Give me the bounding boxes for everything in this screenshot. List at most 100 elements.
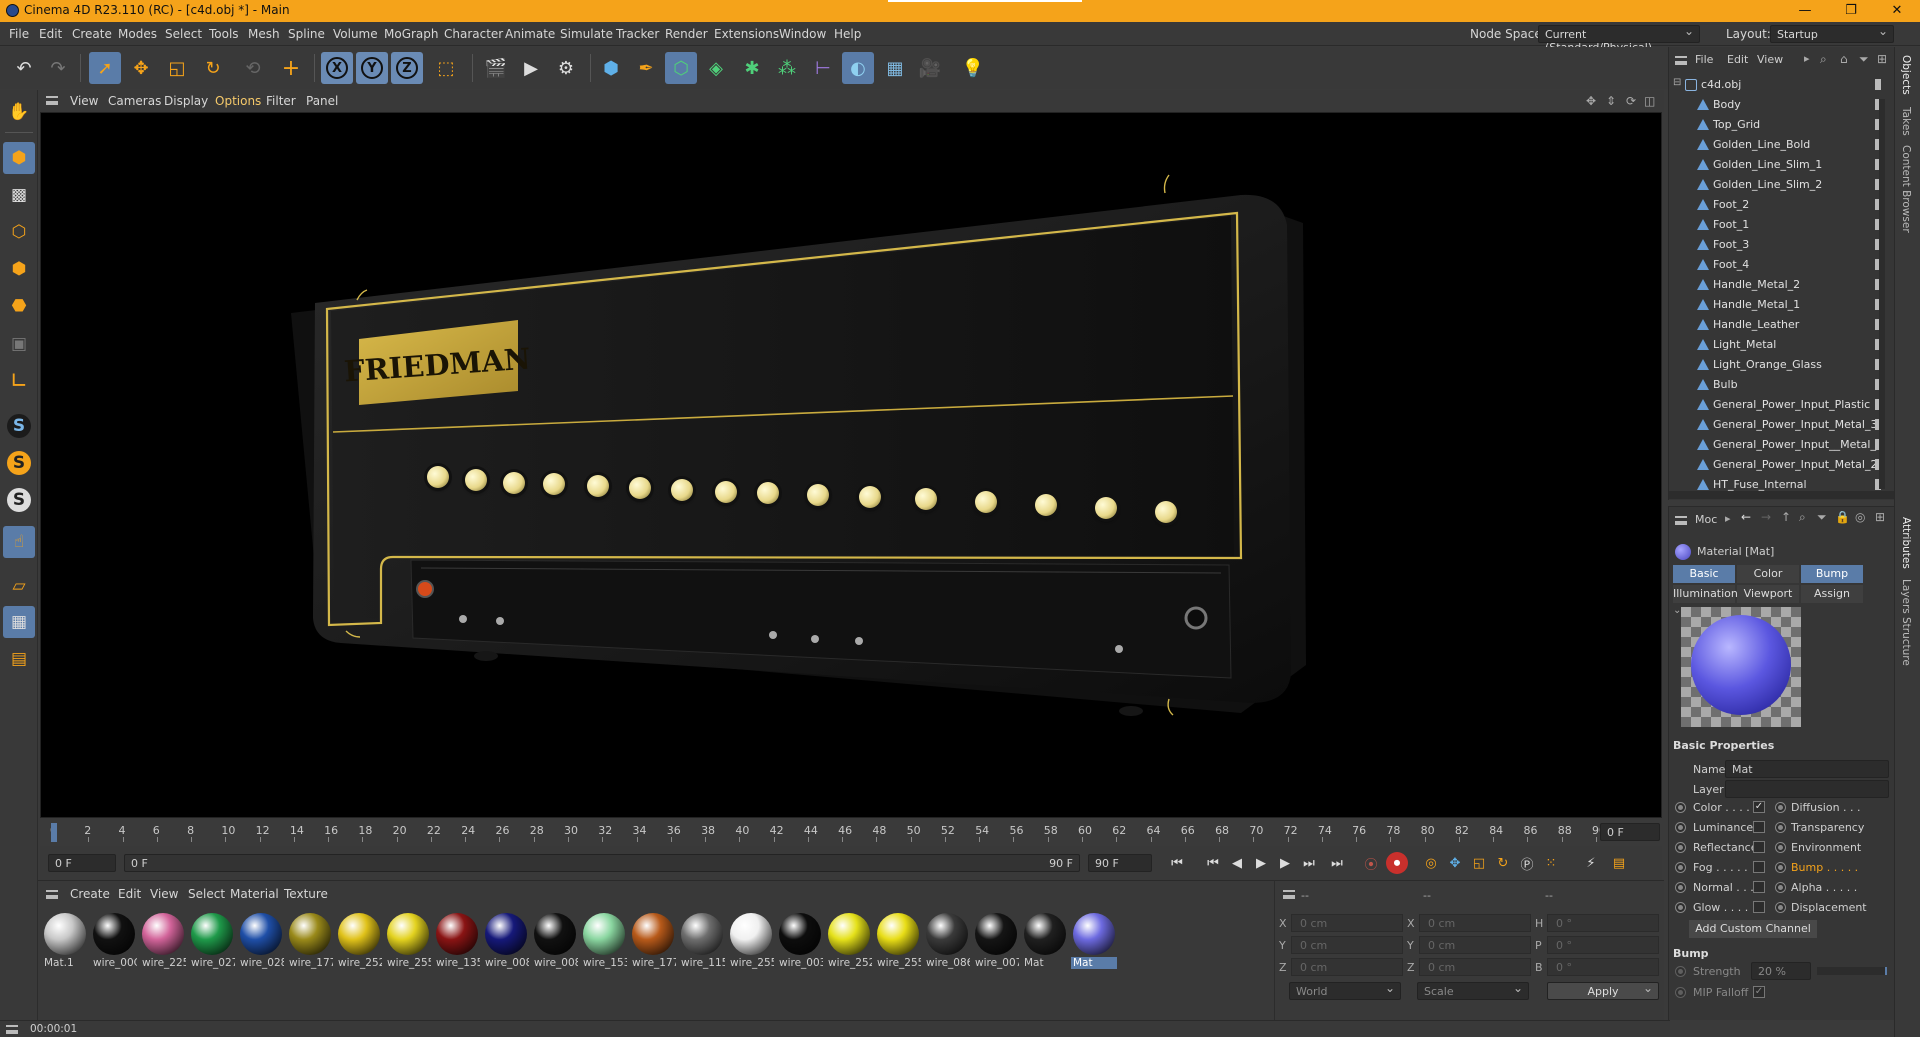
fog-channel-radio[interactable] <box>1675 862 1686 873</box>
snap-settings-icon[interactable]: S <box>3 447 35 479</box>
axis-mode-icon[interactable]: ∟ <box>3 365 35 397</box>
end-frame-field[interactable]: 90 F <box>1088 854 1152 872</box>
y-axis-lock-icon[interactable]: Y <box>356 52 388 84</box>
object-row[interactable]: Foot_4 <box>1669 255 1895 275</box>
status-menu-icon[interactable] <box>6 1025 18 1034</box>
viewport-maximize-icon[interactable]: ◫ <box>1644 94 1655 108</box>
render-settings-icon[interactable]: ⚙ <box>550 52 582 84</box>
reflectance-channel-radio[interactable] <box>1675 842 1686 853</box>
material-menu-view[interactable]: View <box>150 887 178 901</box>
material-swatch[interactable]: wire_115 <box>679 911 725 971</box>
material-swatch[interactable]: wire_252 <box>826 911 872 971</box>
object-horizontal-scrollbar[interactable] <box>1669 491 1895 499</box>
3d-viewport[interactable]: FRIEDMAN <box>40 112 1662 818</box>
go-to-next-key-icon[interactable]: ⏭ <box>1298 852 1320 874</box>
collapse-icon[interactable]: ⊟ <box>1673 77 1681 88</box>
extrude-icon[interactable]: ◈ <box>700 52 732 84</box>
current-frame-field[interactable]: 0 F <box>1600 823 1660 841</box>
workplane-snap-icon[interactable]: S <box>3 484 35 516</box>
viewport-menu-panel[interactable]: Panel <box>306 94 338 108</box>
menu-animate[interactable]: Animate <box>505 27 555 41</box>
key-rotation-icon[interactable]: ↻ <box>1492 852 1514 874</box>
color-channel-checkbox[interactable]: ✓ <box>1753 801 1765 813</box>
scale-icon[interactable]: ◱ <box>161 52 193 84</box>
menu-select[interactable]: Select <box>165 27 202 41</box>
mip-falloff-checkbox[interactable]: ✓ <box>1753 986 1765 998</box>
viewport-menu-filter[interactable]: Filter <box>266 94 296 108</box>
deformer-bend-icon[interactable]: ⊢ <box>807 52 839 84</box>
object-row[interactable]: Handle_Leather <box>1669 315 1895 335</box>
tab-bump[interactable]: Bump <box>1801 565 1863 583</box>
tab-attributes[interactable]: Attributes <box>1900 517 1912 569</box>
x-axis-lock-icon[interactable]: X <box>321 52 353 84</box>
material-swatch[interactable]: wire_255 <box>385 911 431 971</box>
object-filter-icon[interactable]: ⏷ <box>1859 52 1869 67</box>
coordinates-menu-icon[interactable] <box>1283 890 1295 899</box>
size-y-field[interactable]: 0 cm <box>1419 936 1531 954</box>
snap-icon[interactable]: S <box>3 410 35 442</box>
size-mode-dropdown[interactable]: Scale <box>1417 981 1529 1000</box>
recent-tool-icon[interactable]: ⟲ <box>237 52 269 84</box>
material-swatch[interactable]: wire_153 <box>581 911 627 971</box>
normal-channel-radio[interactable] <box>1675 882 1686 893</box>
grid-locked-icon[interactable]: ▦ <box>3 606 35 638</box>
tab-illumination[interactable]: Illumination <box>1673 585 1738 603</box>
attribute-mode-menu[interactable]: Moc <box>1695 513 1717 526</box>
viewport-menu-options[interactable]: Options <box>215 94 261 108</box>
material-swatch[interactable]: wire_177 <box>287 911 333 971</box>
tab-takes[interactable]: Takes <box>1900 107 1912 136</box>
go-to-start-icon[interactable]: ⏮ <box>1166 852 1188 874</box>
array-icon[interactable]: ⁂ <box>771 52 803 84</box>
edges-mode-icon[interactable]: ⬢ <box>3 253 35 285</box>
attribute-new-window-icon[interactable]: ⊞ <box>1875 510 1885 524</box>
object-row[interactable]: General_Power_Input_Metal_3 <box>1669 415 1895 435</box>
strength-slider[interactable] <box>1817 967 1887 975</box>
back-arrow-icon[interactable]: ← <box>1741 510 1751 524</box>
key-selection-icon[interactable]: ◎ <box>1420 852 1442 874</box>
apply-button[interactable]: Apply <box>1547 981 1659 1000</box>
render-picture-viewer-icon[interactable]: ▶ <box>515 52 547 84</box>
material-swatch[interactable]: wire_252 <box>336 911 382 971</box>
material-menu-create[interactable]: Create <box>70 887 110 901</box>
workplane-icon[interactable]: ▱ <box>3 570 35 602</box>
material-swatch[interactable]: wire_028 <box>238 911 284 971</box>
displacement-channel-radio[interactable] <box>1775 902 1786 913</box>
alpha-channel-radio[interactable] <box>1775 882 1786 893</box>
luminance-channel-checkbox[interactable] <box>1753 821 1765 833</box>
material-menu-edit[interactable]: Edit <box>118 887 141 901</box>
object-row[interactable]: Foot_3 <box>1669 235 1895 255</box>
object-home-icon[interactable]: ⌂ <box>1840 52 1848 66</box>
make-editable-icon[interactable]: ✋ <box>3 96 35 128</box>
tab-viewport[interactable]: Viewport <box>1737 585 1799 603</box>
strength-field[interactable]: 20 % <box>1751 962 1811 980</box>
attribute-search-icon[interactable]: ⌕ <box>1799 510 1806 525</box>
material-swatch[interactable]: Mat <box>1071 911 1117 971</box>
tab-basic[interactable]: Basic <box>1673 565 1735 583</box>
menu-extensions[interactable]: Extensions <box>714 27 779 41</box>
menu-render[interactable]: Render <box>665 27 708 41</box>
name-field[interactable]: Mat <box>1725 760 1889 778</box>
attribute-settings-icon[interactable]: ◎ <box>1855 510 1865 524</box>
layer-field[interactable] <box>1725 780 1889 798</box>
render-view-icon[interactable]: 🎬 <box>480 52 512 84</box>
object-row[interactable]: Golden_Line_Slim_2 <box>1669 175 1895 195</box>
timeline-ruler[interactable]: 0246810121416182022242628303234363840424… <box>40 820 1662 844</box>
key-position-icon[interactable]: ✥ <box>1444 852 1466 874</box>
material-swatch[interactable]: Mat <box>1022 911 1068 971</box>
polygons-mode-icon[interactable]: ⬣ <box>3 290 35 322</box>
environment-channel-radio[interactable] <box>1775 842 1786 853</box>
object-row[interactable]: Top_Grid <box>1669 115 1895 135</box>
object-search-icon[interactable]: ⌕ <box>1820 52 1827 67</box>
object-row[interactable]: Bulb <box>1669 375 1895 395</box>
material-swatch[interactable]: wire_003 <box>777 911 823 971</box>
transparency-channel-radio[interactable] <box>1775 822 1786 833</box>
viewport-move-icon[interactable]: ✥ <box>1586 94 1596 108</box>
uv-mode-icon[interactable]: ▣ <box>3 328 35 360</box>
menu-modes[interactable]: Modes <box>118 27 157 41</box>
undo-icon[interactable]: ↶ <box>8 52 40 84</box>
material-swatch[interactable]: wire_225 <box>140 911 186 971</box>
points-mode-icon[interactable]: ⬡ <box>3 216 35 248</box>
step-back-icon[interactable]: ◀ <box>1226 852 1248 874</box>
object-row[interactable]: Foot_1 <box>1669 215 1895 235</box>
viewport-menu-view[interactable]: View <box>70 94 98 108</box>
